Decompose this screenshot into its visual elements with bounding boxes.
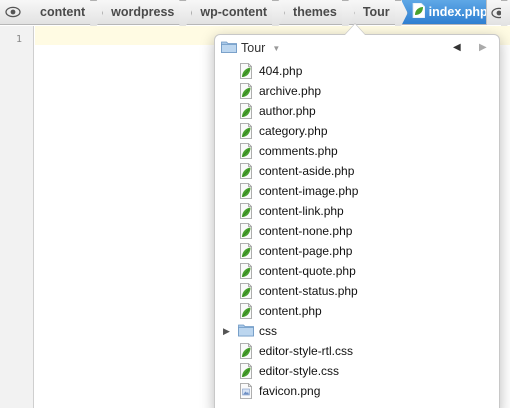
folder-icon xyxy=(221,40,237,56)
file-list-item[interactable]: author.php xyxy=(215,101,499,121)
file-list-item[interactable]: content-image.php xyxy=(215,181,499,201)
php-leaf-icon xyxy=(238,263,254,279)
php-leaf-icon xyxy=(412,2,426,21)
file-list-item[interactable]: comments.php xyxy=(215,141,499,161)
file-list-item-label: archive.php xyxy=(259,84,322,98)
image-file-icon xyxy=(238,383,254,399)
breadcrumb-active-label: index.php xyxy=(428,5,488,19)
line-number: 1 xyxy=(15,34,22,45)
file-list-item[interactable]: favicon.png xyxy=(215,381,499,401)
file-list-item-label: editor-style-rtl.css xyxy=(259,344,354,358)
file-list-item[interactable]: content-link.php xyxy=(215,201,499,221)
file-list-item[interactable]: content-status.php xyxy=(215,281,499,301)
file-list-item[interactable]: 404.php xyxy=(215,61,499,81)
file-list-item-label: css xyxy=(259,324,277,338)
file-list-item-label: content-status.php xyxy=(259,284,358,298)
file-list-item-label: favicon.png xyxy=(259,384,321,398)
php-leaf-icon xyxy=(238,83,254,99)
file-list-item-label: content-aside.php xyxy=(259,164,355,178)
file-list-item-label: content-quote.php xyxy=(259,264,356,278)
file-list-item[interactable]: content-none.php xyxy=(215,221,499,241)
css-leaf-icon xyxy=(238,363,254,379)
file-list-item-label: content.php xyxy=(259,304,322,318)
breadcrumb-item-tour[interactable]: Tour xyxy=(349,0,402,24)
file-list-item-label: content-link.php xyxy=(259,204,344,218)
file-list-item-label: content-page.php xyxy=(259,244,353,258)
breadcrumb-item-themes[interactable]: themes xyxy=(279,0,349,24)
php-leaf-icon xyxy=(238,163,254,179)
file-list-item-label: content-image.php xyxy=(259,184,359,198)
file-list-item-label: editor-style.css xyxy=(259,364,340,378)
popup-arrow xyxy=(345,24,365,35)
forward-arrow-icon[interactable]: ▶ xyxy=(479,42,487,53)
file-list: 404.php archive.php author.php category.php… xyxy=(215,61,499,401)
breadcrumb-item-wp-content[interactable]: wp-content xyxy=(186,0,279,24)
folder-icon xyxy=(238,323,254,339)
php-leaf-icon xyxy=(238,303,254,319)
file-list-item[interactable]: archive.php xyxy=(215,81,499,101)
php-leaf-icon xyxy=(238,123,254,139)
php-leaf-icon xyxy=(238,183,254,199)
chevron-down-icon[interactable]: ▼ xyxy=(272,44,280,53)
php-leaf-icon xyxy=(238,103,254,119)
php-leaf-icon xyxy=(238,63,254,79)
breadcrumb-label: Tour xyxy=(362,5,390,19)
popup-folder-name: Tour xyxy=(241,41,266,55)
file-list-item[interactable]: content-quote.php xyxy=(215,261,499,281)
php-leaf-icon xyxy=(238,203,254,219)
folder-list-item[interactable]: ▶ css xyxy=(215,321,499,341)
breadcrumb: content wordpress wp-content themes Tour… xyxy=(0,0,510,25)
file-list-item[interactable]: content-aside.php xyxy=(215,161,499,181)
eye-icon[interactable] xyxy=(0,0,26,24)
file-list-item-label: content-none.php xyxy=(259,224,353,238)
php-leaf-icon xyxy=(238,223,254,239)
php-leaf-icon xyxy=(238,143,254,159)
php-leaf-icon xyxy=(238,243,254,259)
breadcrumb-item-wordpress[interactable]: wordpress xyxy=(97,0,186,24)
breadcrumb-label: wp-content xyxy=(200,5,268,19)
file-list-item[interactable]: category.php xyxy=(215,121,499,141)
css-leaf-icon xyxy=(238,343,254,359)
file-list-item[interactable]: content-page.php xyxy=(215,241,499,261)
disclosure-triangle-icon[interactable]: ▶ xyxy=(223,326,230,337)
file-list-item-label: author.php xyxy=(259,104,316,118)
breadcrumb-item-content[interactable]: content xyxy=(26,0,97,24)
breadcrumb-label: content xyxy=(40,5,86,19)
breadcrumb-label: wordpress xyxy=(111,5,175,19)
php-leaf-icon xyxy=(238,283,254,299)
file-list-item[interactable]: editor-style.css xyxy=(215,361,499,381)
breadcrumb-label: themes xyxy=(293,5,337,19)
file-list-item-label: category.php xyxy=(259,124,328,138)
file-browser-popup: Tour ▼ ◀ ▶ 404.php archive.php author.php c… xyxy=(214,34,500,408)
file-list-item[interactable]: content.php xyxy=(215,301,499,321)
line-number-gutter: 1 xyxy=(0,26,34,408)
file-list-item-label: 404.php xyxy=(259,64,303,78)
file-list-item-label: comments.php xyxy=(259,144,338,158)
file-list-item[interactable]: editor-style-rtl.css xyxy=(215,341,499,361)
back-arrow-icon[interactable]: ◀ xyxy=(453,42,461,53)
